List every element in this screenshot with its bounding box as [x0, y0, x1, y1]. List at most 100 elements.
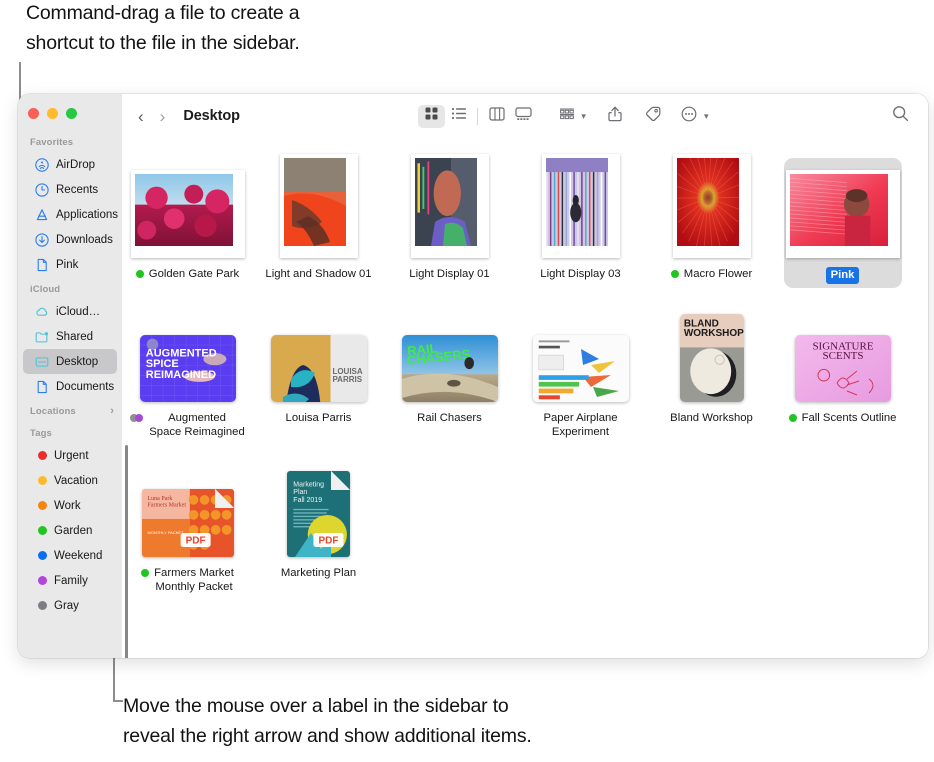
toolbar-divider — [477, 107, 479, 125]
icon-view-button[interactable] — [418, 104, 446, 128]
sidebar-item-shared[interactable]: Shared — [23, 324, 117, 349]
sidebar-item-garden[interactable]: Garden — [23, 518, 117, 543]
sidebar-item-recents[interactable]: Recents — [23, 177, 117, 202]
file-item-body[interactable]: Light and Shadow 01 — [260, 154, 378, 285]
back-button[interactable]: ‹ — [138, 108, 144, 125]
gallery-view-button[interactable] — [510, 105, 537, 128]
file-item[interactable]: Marketing Plan Fall 2019 PDF Marketing Plan — [253, 451, 384, 606]
file-item-body[interactable]: AUGMENTED SPICE REIMAGINED Augmented Space … — [129, 302, 247, 443]
file-item[interactable]: Luna Park Farmers Market MONTHLY PACKET PDF… — [122, 451, 253, 606]
file-label[interactable]: Golden Gate Park — [135, 267, 239, 281]
file-name: Augmented Space Reimagined — [149, 412, 245, 438]
file-item-body[interactable]: Golden Gate Park — [129, 158, 247, 285]
sidebar-item-desktop[interactable]: Desktop — [23, 349, 117, 374]
file-label[interactable]: Rail Chasers — [417, 411, 482, 425]
file-item[interactable]: AUGMENTED SPICE REIMAGINED Augmented Space … — [122, 296, 253, 451]
list-icon — [451, 106, 467, 126]
file-label[interactable]: Fall Scents Outline — [788, 411, 896, 425]
file-label[interactable]: Macro Flower — [670, 267, 752, 281]
file-label[interactable]: Bland Workshop — [670, 411, 753, 425]
sidebar-item-downloads[interactable]: Downloads — [23, 227, 117, 252]
forward-button[interactable]: › — [160, 108, 166, 125]
view-switcher — [418, 104, 537, 128]
tag-color-dot — [38, 526, 47, 535]
file-thumbnail-wrap — [410, 154, 489, 258]
chevron-right-icon[interactable]: › — [110, 406, 114, 417]
file-label[interactable]: Farmers Market Monthly Packet — [141, 566, 234, 594]
column-view-button[interactable] — [483, 105, 510, 128]
file-item-body[interactable]: Macro Flower — [653, 154, 771, 285]
file-thumbnail-wrap: RAIL CHASERS — [401, 310, 498, 402]
file-item[interactable]: Light Display 01 — [384, 152, 515, 296]
file-item-body[interactable]: Paper Airplane Experiment — [522, 302, 640, 443]
sidebar-item-vacation[interactable]: Vacation — [23, 468, 117, 493]
file-label[interactable]: Light Display 03 — [540, 267, 620, 281]
more-actions-button[interactable]: ▾ — [676, 105, 708, 128]
file-item-body[interactable]: Light Display 03 — [522, 154, 640, 285]
file-label[interactable]: Marketing Plan — [281, 566, 356, 580]
list-view-button[interactable] — [445, 105, 472, 128]
svg-text:PARRIS: PARRIS — [332, 375, 362, 384]
file-row: Luna Park Farmers Market MONTHLY PACKET PDF… — [122, 451, 928, 606]
file-item-body[interactable]: Luna Park Farmers Market MONTHLY PACKET PDF… — [129, 457, 247, 598]
sidebar-item-icloud[interactable]: iCloud… — [23, 299, 117, 324]
zoom-button[interactable] — [66, 108, 77, 119]
file-label[interactable]: Louisa Parris — [286, 411, 352, 425]
file-grid: Golden Gate Park Light and Shadow 01 Light… — [122, 138, 928, 658]
file-name: Light Display 01 — [409, 268, 490, 280]
file-item[interactable]: Golden Gate Park — [122, 152, 253, 296]
file-label[interactable]: Light and Shadow 01 — [265, 267, 371, 281]
sidebar-item-label: Gray — [54, 599, 79, 612]
content-area: ‹ › Desktop ▾ ▾ Golden Gate Park Light a… — [122, 94, 928, 658]
tag-color-dot — [38, 576, 47, 585]
sidebar-item-family[interactable]: Family — [23, 568, 117, 593]
tag-color-dot — [38, 601, 47, 610]
file-thumbnail-wrap: Marketing Plan Fall 2019 PDF — [287, 465, 350, 557]
sidebar-item-airdrop[interactable]: AirDrop — [23, 152, 117, 177]
close-button[interactable] — [28, 108, 39, 119]
sidebar-item-work[interactable]: Work — [23, 493, 117, 518]
sidebar-item-label: Shared — [56, 330, 94, 343]
sidebar-item-label: Recents — [56, 183, 99, 196]
ellipsis-circle-icon — [681, 106, 697, 127]
file-thumbnail: Luna Park Farmers Market MONTHLY PACKET PDF — [141, 489, 234, 557]
file-item-body[interactable]: RAIL CHASERS Rail Chasers — [391, 302, 509, 429]
file-label[interactable]: Paper Airplane Experiment — [543, 411, 617, 439]
sidebar-item-gray[interactable]: Gray — [23, 593, 117, 618]
file-item-body[interactable]: Light Display 01 — [391, 154, 509, 285]
file-item[interactable]: Macro Flower — [646, 152, 777, 296]
minimize-button[interactable] — [47, 108, 58, 119]
file-label[interactable]: Light Display 01 — [409, 267, 489, 281]
file-name: Rail Chasers — [417, 412, 482, 424]
sidebar-item-label: Work — [54, 499, 81, 512]
file-item[interactable]: LOUISA PARRIS Louisa Parris — [253, 296, 384, 451]
file-label[interactable]: Pink — [825, 267, 860, 284]
airdrop-icon — [35, 157, 49, 172]
sidebar-item-applications[interactable]: Applications — [23, 202, 118, 227]
file-item[interactable]: Light and Shadow 01 — [253, 152, 384, 296]
file-item[interactable]: BLAND WORKSHOP Bland Workshop — [646, 296, 777, 451]
annotation-top: Command-drag a file to create a shortcut… — [26, 2, 300, 54]
file-item-body[interactable]: BLAND WORKSHOP Bland Workshop — [653, 302, 771, 429]
file-item[interactable]: Light Display 03 — [515, 152, 646, 296]
share-button[interactable] — [602, 105, 629, 128]
sidebar-item-documents[interactable]: Documents — [23, 374, 117, 399]
chevron-down-icon: ▾ — [581, 110, 586, 121]
group-by-button[interactable]: ▾ — [553, 105, 586, 128]
sidebar-item-urgent[interactable]: Urgent — [23, 443, 117, 468]
file-item-body[interactable]: LOUISA PARRIS Louisa Parris — [260, 302, 378, 429]
file-label[interactable]: Augmented Space Reimagined — [130, 411, 245, 439]
add-tag-button[interactable] — [639, 105, 666, 128]
sidebar-item-weekend[interactable]: Weekend — [23, 543, 117, 568]
file-item-body[interactable]: SIGNATURE SCENTS Fall Scents Outline — [784, 302, 902, 429]
svg-text:SCENTS: SCENTS — [822, 350, 863, 362]
search-button[interactable] — [887, 105, 914, 128]
file-item[interactable]: Paper Airplane Experiment — [515, 296, 646, 451]
file-item[interactable]: RAIL CHASERS Rail Chasers — [384, 296, 515, 451]
file-item[interactable]: SIGNATURE SCENTS Fall Scents Outline — [777, 296, 908, 451]
file-item-body[interactable]: Pink — [783, 158, 902, 288]
file-item[interactable]: Pink — [777, 152, 908, 296]
sidebar-item-pink[interactable]: Pink — [23, 252, 117, 277]
file-item-body[interactable]: Marketing Plan Fall 2019 PDF Marketing Plan — [260, 457, 378, 584]
tag-color-dot — [788, 414, 797, 422]
